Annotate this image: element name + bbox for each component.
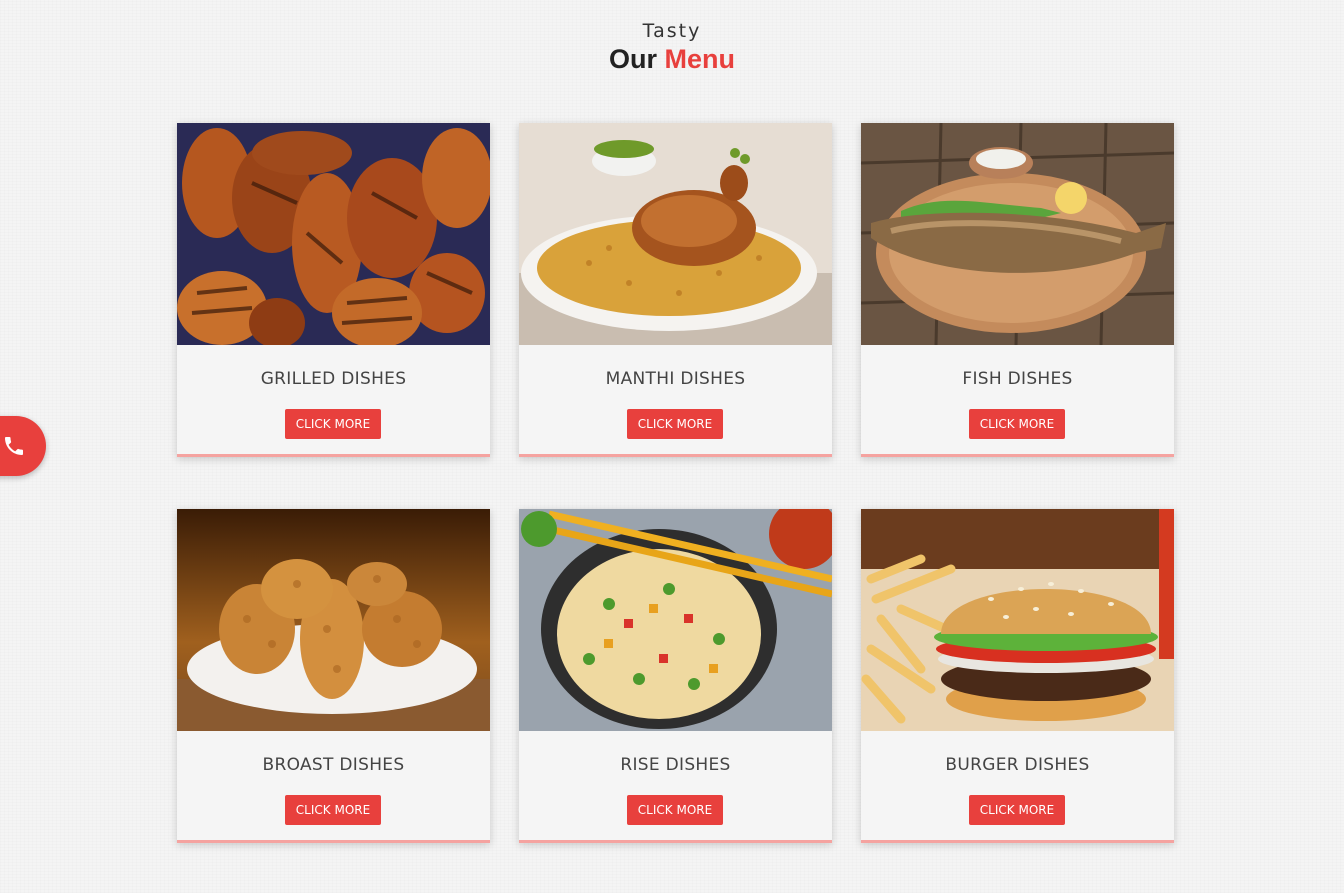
card-title: BROAST DISHES [262, 755, 405, 775]
click-more-button[interactable]: CLICK MORE [627, 795, 723, 825]
menu-card-rise: RISE DISHES CLICK MORE [519, 509, 832, 843]
section-title: Our Menu [0, 43, 1344, 75]
card-title: FISH DISHES [962, 369, 1073, 389]
click-more-button[interactable]: CLICK MORE [627, 409, 723, 439]
click-more-button[interactable]: CLICK MORE [969, 795, 1065, 825]
section-heading: Tasty Our Menu [0, 20, 1344, 75]
menu-card-burger: BURGER DISHES CLICK MORE [861, 509, 1174, 843]
click-more-button[interactable]: CLICK MORE [285, 409, 381, 439]
title-accent: Menu [664, 44, 736, 74]
click-more-button[interactable]: CLICK MORE [969, 409, 1065, 439]
card-title: MANTHI DISHES [605, 369, 746, 389]
click-more-button[interactable]: CLICK MORE [285, 795, 381, 825]
rise-dishes-image [519, 509, 832, 731]
fish-dishes-image [861, 123, 1174, 345]
phone-icon [5, 437, 23, 455]
section-subtitle: Tasty [642, 20, 702, 42]
burger-dishes-image [861, 509, 1174, 731]
card-title: BURGER DISHES [945, 755, 1090, 775]
title-main: Our [608, 44, 657, 74]
card-title: GRILLED DISHES [260, 369, 407, 389]
card-title: RISE DISHES [620, 755, 731, 775]
grilled-dishes-image [177, 123, 490, 345]
menu-card-manthi: MANTHI DISHES CLICK MORE [519, 123, 832, 457]
menu-card-broast: BROAST DISHES CLICK MORE [177, 509, 490, 843]
call-button[interactable] [0, 416, 46, 476]
broast-dishes-image [177, 509, 490, 731]
menu-card-grilled: GRILLED DISHES CLICK MORE [177, 123, 490, 457]
menu-card-fish: FISH DISHES CLICK MORE [861, 123, 1174, 457]
manthi-dishes-image [519, 123, 832, 345]
